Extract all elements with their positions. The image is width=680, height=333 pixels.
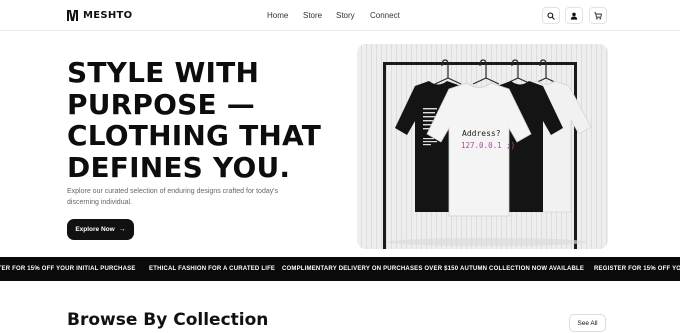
hero-title: STYLE WITH PURPOSE — CLOTHING THAT DEFIN… [67,57,357,183]
arrow-right-icon: → [118,226,126,233]
marquee-item: REGISTER FOR 15% OFF YOUR INITIAL PURCHA… [0,266,136,272]
section-title: Browse By Collection [67,310,269,330]
explore-now-label: Explore Now [75,226,115,233]
hero-subtitle: Explore our curated selection of endurin… [67,188,279,206]
hero-title-line: STYLE WITH [67,56,260,89]
site-header: MESHTO Home Store Story Connect [0,0,680,31]
tshirt-print-line: 127.0.0.1 ;) [461,141,515,150]
marquee-item: REGISTER FOR 15% OFF YOUR INITIAL PURCHA… [594,266,680,272]
hero-title-line: PURPOSE — [67,87,255,121]
marquee-item: AUTUMN COLLECTION NOW AVAILABLE [460,266,585,272]
explore-now-button[interactable]: Explore Now → [67,219,134,240]
user-icon [570,12,578,20]
nav-story[interactable]: Story [336,10,355,22]
nav-store[interactable]: Store [303,10,322,22]
cart-button[interactable] [589,7,607,24]
cart-icon [594,11,602,19]
hero-image: Address? 127.0.0.1 ;) [357,44,608,249]
search-button[interactable] [542,7,560,24]
nav-connect[interactable]: Connect [370,10,400,22]
promo-marquee: REGISTER FOR 15% OFF YOUR INITIAL PURCHA… [0,257,680,281]
hero-title-line: DEFINES YOU. [67,150,291,184]
account-button[interactable] [565,7,583,24]
marquee-item: COMPLIMENTARY DELIVERY ON PURCHASES OVER… [282,266,459,272]
clothing-rack-illustration: Address? 127.0.0.1 ;) [357,44,608,249]
marquee-item: ETHICAL FASHION FOR A CURATED LIFE [149,266,276,272]
tshirt-print-line: Address? [462,129,501,138]
see-all-button[interactable]: See All [569,314,606,332]
nav-home[interactable]: Home [267,10,288,22]
search-icon [547,11,555,20]
hero-title-line: CLOTHING THAT [67,119,322,152]
